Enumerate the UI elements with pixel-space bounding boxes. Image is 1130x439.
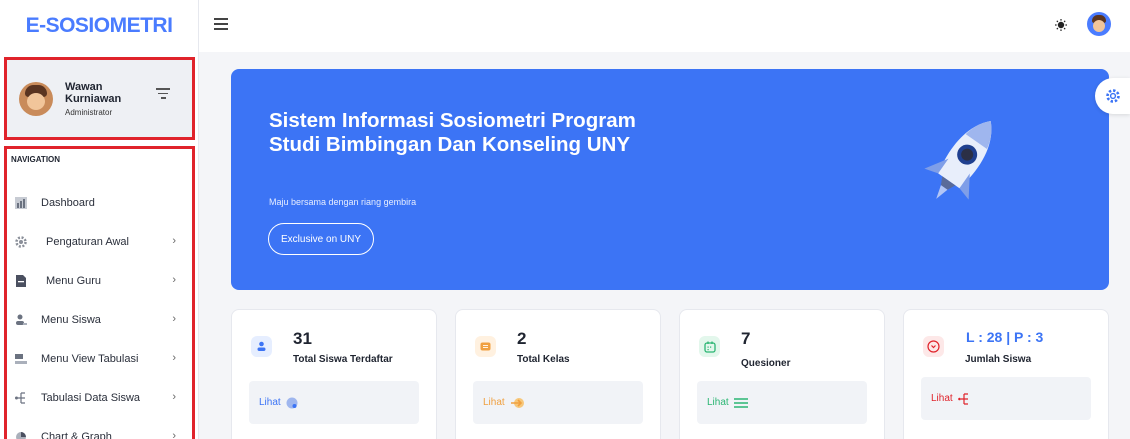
users-icon (16, 314, 27, 325)
nav-label: Chart & Graph (41, 430, 112, 439)
pie-chart-icon (16, 431, 26, 439)
nav-label: Menu View Tabulasi (41, 352, 139, 365)
user-name: Wawan Kurniawan (65, 80, 122, 105)
stat-card-kelas: 2 Total Kelas Lihat (455, 309, 661, 439)
banner-subtitle: Maju bersama dengan riang gembira (269, 197, 417, 207)
hero-banner: Sistem Informasi Sosiometri Program Stud… (231, 69, 1109, 290)
class-icon (475, 336, 496, 357)
sidebar: E-SOSIOMETRI Wawan Kurniawan Administrat… (0, 0, 199, 439)
user-icon (251, 336, 272, 357)
calendar-icon (699, 336, 720, 357)
hierarchy-icon (15, 391, 25, 404)
user-profile-card[interactable]: Wawan Kurniawan Administrator (4, 57, 195, 140)
chevron-right-icon: › (172, 430, 176, 439)
stat-label: Total Siswa Terdaftar (293, 354, 393, 365)
chevron-right-icon: › (172, 352, 176, 364)
user-circle-icon (286, 397, 298, 408)
banner-title: Sistem Informasi Sosiometri Program Stud… (269, 109, 636, 156)
gear-icon (15, 235, 27, 248)
chevron-circle-icon (923, 336, 944, 357)
nav-item-menu-guru[interactable]: Menu Guru › (7, 261, 192, 300)
view-link-label: Lihat (483, 397, 505, 408)
stat-label: Total Kelas (517, 354, 570, 365)
nav-item-dashboard[interactable]: Dashboard (7, 183, 192, 222)
chevron-right-icon: › (172, 235, 176, 247)
stat-label: Jumlah Siswa (965, 354, 1032, 365)
user-role: Administrator (65, 107, 113, 117)
stat-value: 31 (293, 329, 312, 348)
view-link-label: Lihat (707, 397, 729, 408)
user-avatar-icon[interactable] (1087, 12, 1111, 36)
exclusive-button[interactable]: Exclusive on UNY (268, 223, 375, 255)
rocket-illustration (924, 121, 992, 200)
nav-item-pengaturan-awal[interactable]: Pengaturan Awal › (7, 222, 192, 261)
list-icon (733, 397, 748, 408)
navigation-heading: NAVIGATION (11, 155, 61, 164)
nav-item-tabulasi-data-siswa[interactable]: Tabulasi Data Siswa › (7, 378, 192, 417)
navigation-menu: NAVIGATION Dashboard Pengaturan Awal › M… (4, 146, 195, 439)
stat-card-siswa: 31 Total Siswa Terdaftar Lihat (231, 309, 437, 439)
chart-icon (15, 196, 27, 209)
settings-gear-icon[interactable] (1095, 78, 1130, 114)
topbar (199, 0, 1130, 52)
stat-card-quesioner: 7 Quesioner Lihat (679, 309, 885, 439)
nav-item-chart-graph[interactable]: Chart & Graph › (7, 417, 192, 439)
user-avatar (19, 81, 53, 116)
chevron-right-icon: › (172, 313, 176, 325)
stat-value: L : 28 | P : 3 (966, 329, 1044, 345)
table-icon (15, 353, 27, 364)
stat-label: Quesioner (741, 358, 791, 369)
sun-icon[interactable] (1055, 19, 1067, 31)
arrow-right-icon (510, 397, 524, 408)
view-link[interactable]: Lihat (921, 377, 1091, 420)
nav-label: Tabulasi Data Siswa (41, 391, 141, 404)
nav-label: Menu Guru (46, 274, 102, 287)
document-icon (16, 274, 26, 287)
view-link[interactable]: Lihat (249, 381, 419, 424)
chevron-right-icon: › (172, 274, 176, 286)
stat-card-jumlah-siswa: L : 28 | P : 3 Jumlah Siswa Lihat (903, 309, 1109, 439)
view-link[interactable]: Lihat (697, 381, 867, 424)
nav-item-menu-siswa[interactable]: Menu Siswa › (7, 300, 192, 339)
view-link-label: Lihat (931, 393, 953, 404)
nav-item-menu-view-tabulasi[interactable]: Menu View Tabulasi › (7, 339, 192, 378)
nav-label: Menu Siswa (41, 313, 101, 326)
hamburger-icon[interactable] (214, 18, 228, 30)
stat-value: 7 (741, 329, 751, 348)
nav-label: Dashboard (41, 196, 95, 209)
hierarchy-icon (957, 392, 968, 405)
view-link-label: Lihat (259, 397, 281, 408)
nav-label: Pengaturan Awal (46, 235, 129, 248)
brand-logo[interactable]: E-SOSIOMETRI (0, 0, 198, 52)
filter-icon[interactable] (156, 88, 170, 100)
stat-value: 2 (517, 329, 527, 348)
view-link[interactable]: Lihat (473, 381, 643, 424)
chevron-right-icon: › (172, 391, 176, 403)
